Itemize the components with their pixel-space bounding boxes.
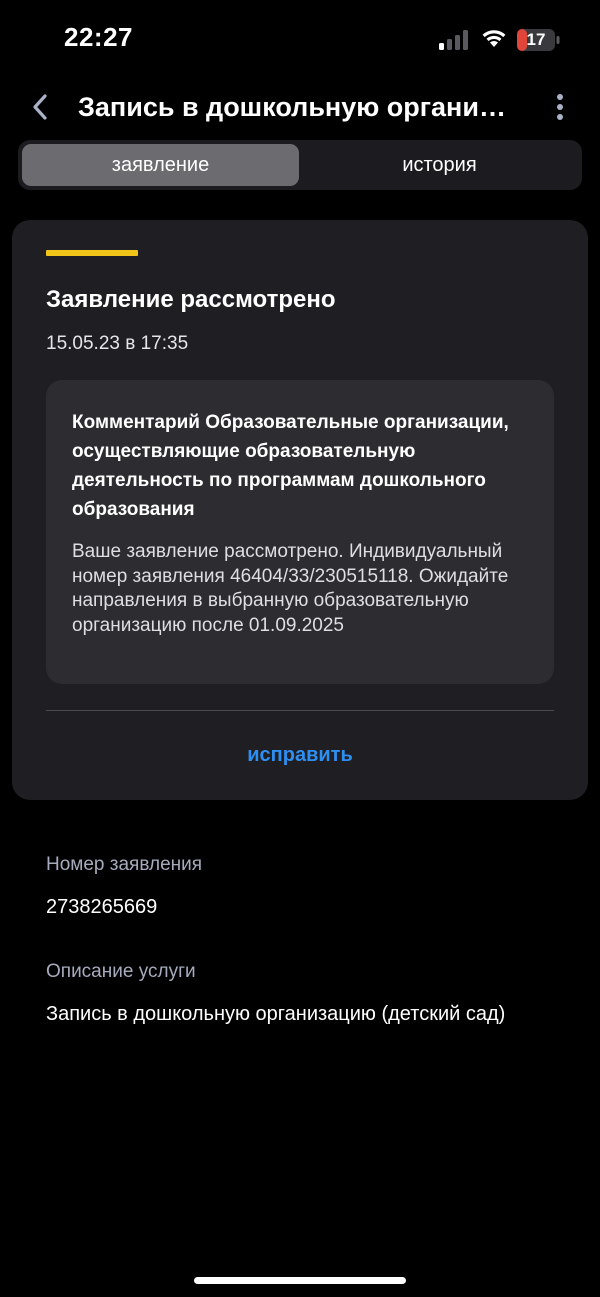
service-description-value: Запись в дошкольную организацию (детский…: [46, 1003, 506, 1025]
edit-button[interactable]: исправить: [46, 742, 554, 768]
service-description-label: Описание услуги: [46, 961, 196, 982]
comment-heading: Комментарий Образовательные организации,…: [72, 412, 509, 520]
signal-icon: [439, 30, 468, 50]
tab-application[interactable]: заявление: [22, 144, 299, 186]
comment-box: Комментарий Образовательные организации,…: [46, 380, 554, 684]
application-number-label: Номер заявления: [46, 854, 203, 875]
status-date: 15.05.23 в 17:35: [46, 333, 189, 354]
back-icon[interactable]: [28, 92, 54, 122]
status-time: 22:27: [64, 22, 133, 52]
status-bar: 22:27 17: [0, 0, 600, 80]
tab-history[interactable]: история: [301, 144, 578, 186]
application-number-value: 2738265669: [46, 896, 158, 918]
battery-level: 17: [526, 30, 546, 49]
comment-body: Ваше заявление рассмотрено. Индивидуальн…: [72, 541, 509, 636]
page-title: Запись в дошкольную организацию (детский…: [78, 92, 518, 122]
wifi-icon: [482, 30, 506, 47]
more-options-icon[interactable]: [550, 92, 570, 122]
home-indicator[interactable]: [194, 1277, 406, 1284]
header: Запись в дошкольную организацию (детский…: [0, 80, 600, 136]
status-title: Заявление рассмотрено: [46, 286, 336, 313]
status-indicator: [46, 250, 138, 256]
segmented-control: заявление история: [18, 140, 582, 190]
divider: [46, 710, 554, 711]
application-status-card: Заявление рассмотрено 15.05.23 в 17:35 К…: [12, 220, 588, 800]
